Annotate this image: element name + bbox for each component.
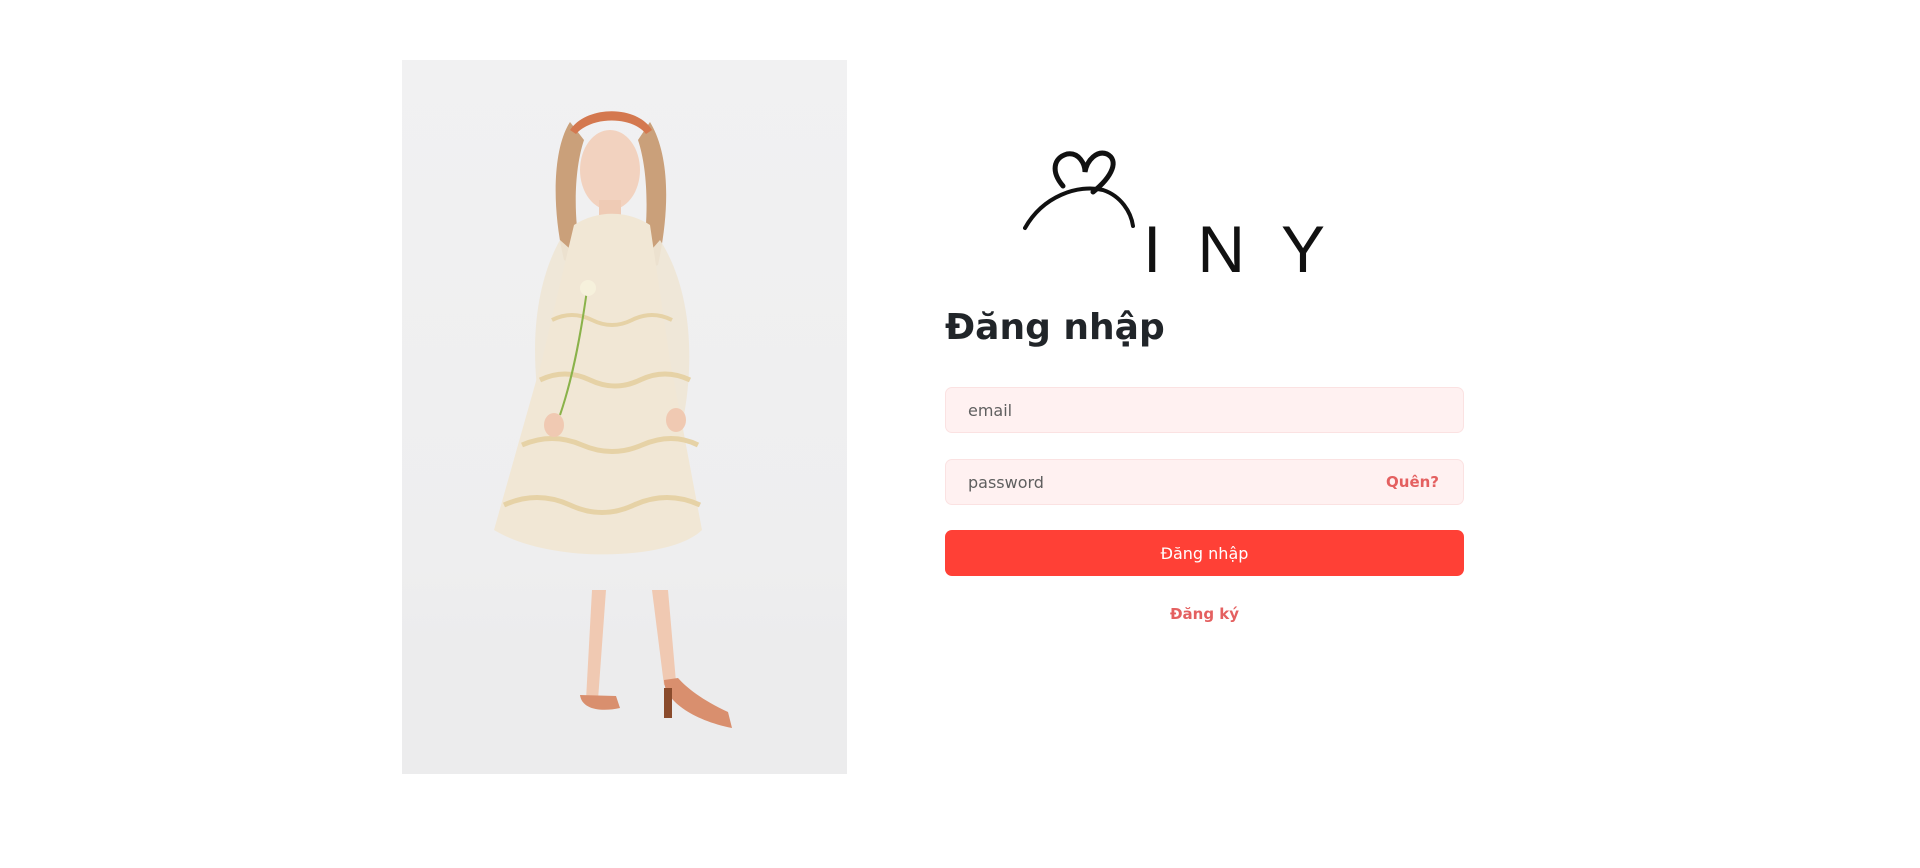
password-field-wrapper: Quên? bbox=[945, 459, 1464, 505]
login-page: INY Đăng nhập Quên? Đăng nhập Đăng ký bbox=[0, 0, 1920, 868]
email-field-wrapper bbox=[945, 387, 1464, 433]
login-heading: Đăng nhập bbox=[945, 307, 1165, 348]
register-link[interactable]: Đăng ký bbox=[945, 605, 1464, 623]
hero-image bbox=[402, 60, 847, 774]
login-panel: INY Đăng nhập Quên? Đăng nhập Đăng ký bbox=[945, 60, 1464, 774]
forgot-password-link[interactable]: Quên? bbox=[1386, 473, 1439, 491]
login-button[interactable]: Đăng nhập bbox=[945, 530, 1464, 576]
fashion-model-icon bbox=[402, 111, 847, 774]
email-input[interactable] bbox=[946, 388, 1463, 432]
brand-wordmark: INY bbox=[1143, 212, 1362, 286]
brand-logo: INY bbox=[1023, 136, 1385, 282]
hanger-heart-icon bbox=[1023, 150, 1135, 230]
